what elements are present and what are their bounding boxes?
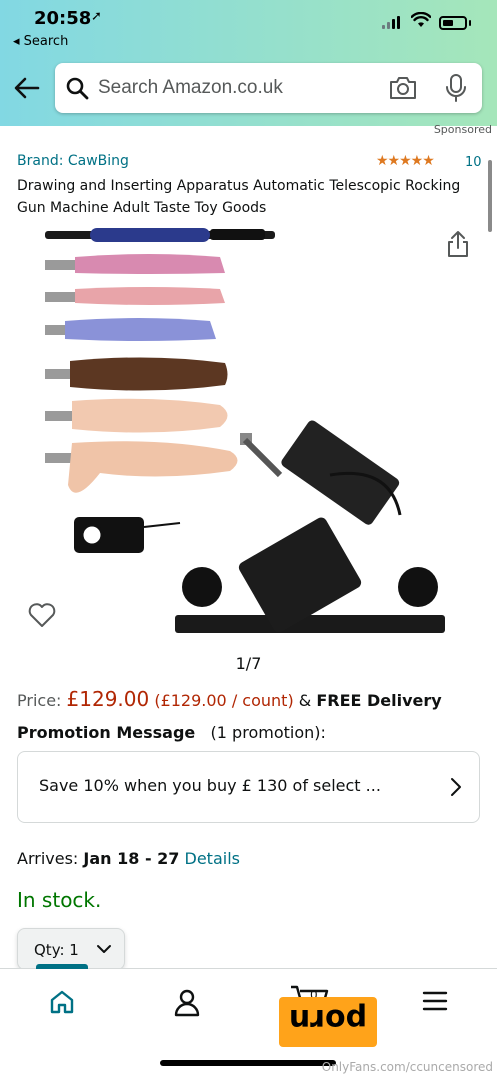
promotion-count: (1 promotion): <box>210 723 326 742</box>
status-time: 20:58 <box>34 8 92 29</box>
product-title: Drawing and Inserting Apparatus Automati… <box>17 178 461 216</box>
arrival-info: Arrives: Jan 18 - 27 Details <box>17 849 240 868</box>
price-value: £129.00 <box>66 687 150 711</box>
chevron-down-icon <box>97 945 111 953</box>
search-icon <box>66 77 89 100</box>
microphone-icon[interactable] <box>444 73 468 103</box>
stock-status: In stock. <box>17 888 102 912</box>
battery-icon <box>439 16 467 30</box>
unit-price: (£129.00 / count) <box>154 691 294 710</box>
camera-icon[interactable] <box>389 75 417 101</box>
price-row: Price: £129.00 (£129.00 / count) & FREE … <box>17 687 442 711</box>
product-image[interactable] <box>30 215 470 645</box>
profile-icon[interactable] <box>174 989 200 1017</box>
quantity-label: Qty: 1 <box>34 941 79 959</box>
free-delivery: FREE Delivery <box>316 691 442 710</box>
promotion-card[interactable]: Save 10% when you buy £ 130 of select ..… <box>17 751 480 823</box>
arrival-dates: Jan 18 - 27 <box>83 849 180 868</box>
app-header: 20:58 ➚ ◂ Search <box>0 0 497 126</box>
arrives-label: Arrives: <box>17 849 84 868</box>
home-indicator <box>160 1060 336 1066</box>
details-link[interactable]: Details <box>185 849 240 868</box>
wifi-icon <box>411 12 431 27</box>
watermark-logo-text: porn <box>288 1002 368 1037</box>
share-icon[interactable] <box>446 230 470 258</box>
brand-link[interactable]: Brand: CawBing <box>17 153 129 169</box>
promotion-heading-title: Promotion Message <box>17 723 196 742</box>
image-counter: 1/7 <box>235 654 262 673</box>
menu-icon[interactable] <box>421 989 449 1013</box>
home-icon[interactable] <box>48 988 76 1016</box>
sponsored-label: Sponsored <box>433 123 492 136</box>
attachment-rods <box>45 228 275 493</box>
heart-icon[interactable] <box>28 602 56 628</box>
promotion-text: Save 10% when you buy £ 130 of select ..… <box>39 776 381 795</box>
rating-count[interactable]: 10 <box>465 155 482 170</box>
back-arrow-icon[interactable] <box>13 74 41 102</box>
watermark-logo: porn <box>279 997 377 1047</box>
chevron-right-icon <box>451 778 461 796</box>
search-box[interactable] <box>55 63 482 113</box>
nav-active-indicator <box>36 964 88 969</box>
price-amp: & <box>298 691 317 710</box>
battery-tip <box>469 20 471 26</box>
price-label: Price: <box>17 691 67 710</box>
scrollbar <box>488 160 492 232</box>
signal-icon <box>382 16 400 29</box>
watermark-text: OnlyFans.com/ccuncensored <box>321 1060 493 1074</box>
promotion-heading: Promotion Message (1 promotion): <box>17 723 326 742</box>
location-arrow-icon: ➚ <box>91 9 102 24</box>
star-rating[interactable]: ★★★★★ <box>376 153 435 169</box>
search-input[interactable] <box>98 75 378 101</box>
back-to-search-link[interactable]: ◂ Search <box>13 34 68 49</box>
